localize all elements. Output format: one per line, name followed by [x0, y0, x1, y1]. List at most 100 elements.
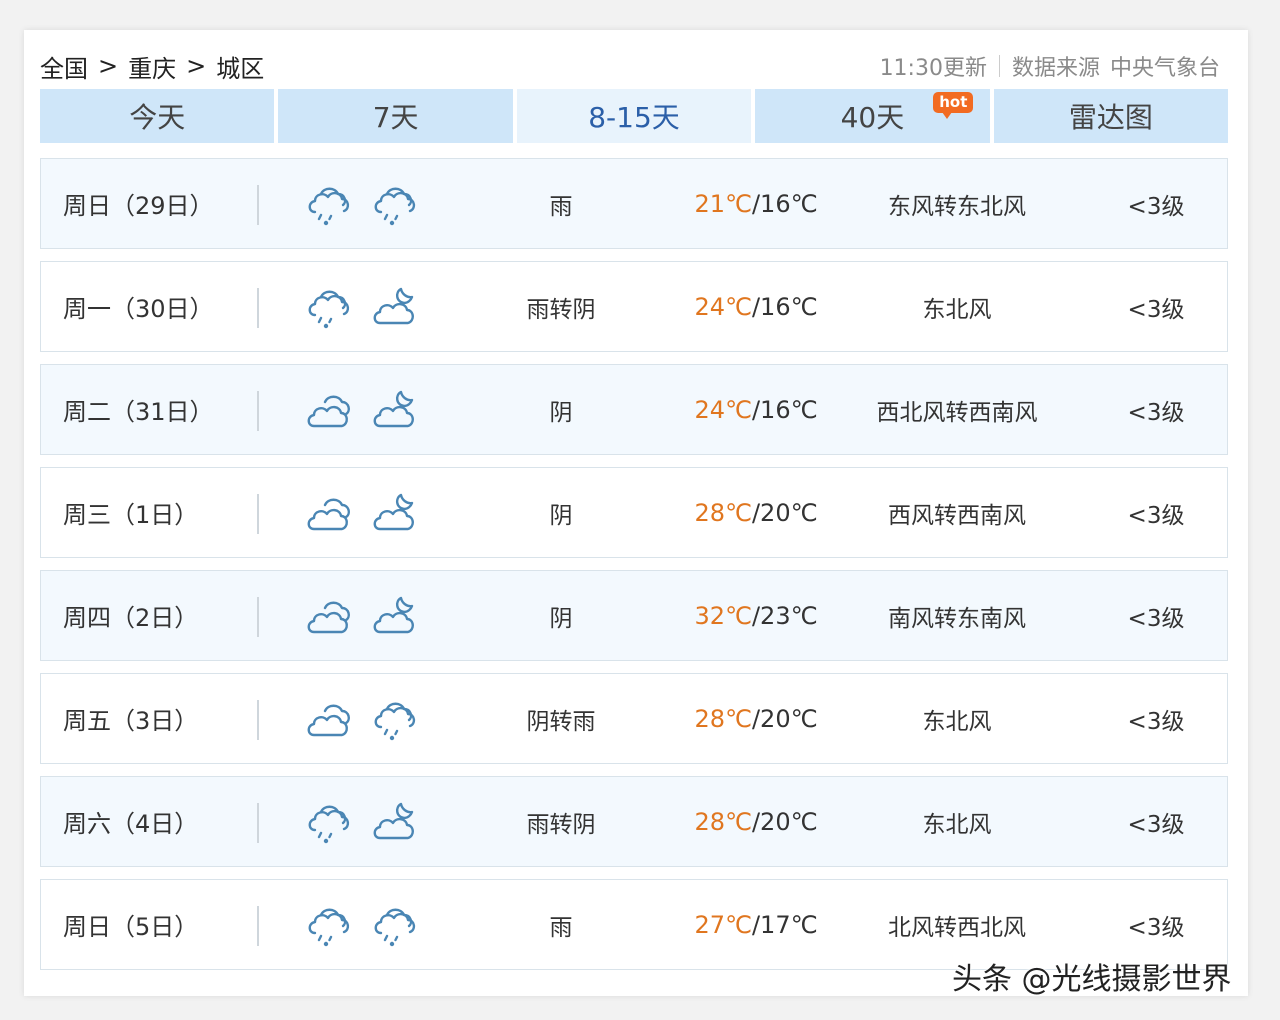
wind-level: <3级	[1127, 193, 1185, 220]
high-temp: 28℃	[694, 498, 752, 527]
wind-level: <3级	[1127, 811, 1185, 838]
row-divider	[257, 803, 259, 843]
wind-direction: 西风转西南风	[888, 502, 1026, 529]
wind-direction: 南风转东南风	[888, 605, 1026, 632]
rain-cloud-icon	[305, 283, 357, 331]
wind-level: <3级	[1127, 296, 1185, 323]
hot-badge: hot	[933, 92, 974, 119]
low-temp: 20℃	[760, 498, 818, 527]
divider	[998, 55, 1000, 77]
row-divider	[257, 700, 259, 740]
weather-description: 阴转雨	[526, 708, 596, 735]
low-temp: 17℃	[760, 910, 818, 939]
tab-label: 8-15天	[588, 101, 680, 134]
rain-cloud-icon	[305, 180, 357, 228]
tab-3[interactable]: 40天 hot	[755, 89, 990, 143]
cloud-moon-icon	[371, 283, 423, 331]
forecast-row: 周五（3日） 阴转雨 28℃/20℃ 东北风 <3级	[40, 673, 1228, 764]
weather-card: 全国 > 重庆 > 城区 11:30更新 数据来源 中央气象台 今天 7天 8-15…	[24, 30, 1248, 996]
row-divider	[257, 906, 259, 946]
temp-separator: /	[751, 395, 761, 424]
temp-separator: /	[751, 910, 761, 939]
cloud-moon-icon	[371, 489, 423, 537]
forecast-list: 周日（29日）雨 21℃/16℃ 东风转东北风 <3级 周一（30日） 雨转阴 24℃/16…	[40, 158, 1228, 982]
temperature: 28℃/20℃	[681, 674, 831, 763]
cloud-moon-icon	[371, 798, 423, 846]
breadcrumb: 全国 > 重庆 > 城区	[40, 49, 264, 84]
weather-description: 阴	[549, 502, 573, 529]
day-date: 周二（31日）	[63, 398, 214, 426]
tab-2[interactable]: 8-15天	[516, 89, 752, 143]
forecast-tabs: 今天 7天 8-15天 40天 hot 雷达图	[40, 89, 1229, 143]
rain-cloud-icon	[371, 180, 423, 228]
day-date: 周五（3日）	[63, 707, 199, 735]
forecast-row: 周三（1日） 阴 28℃/20℃ 西风转西南风 <3级	[40, 467, 1228, 558]
forecast-row: 周一（30日） 雨转阴 24℃/16℃ 东北风 <3级	[40, 261, 1228, 352]
tab-1[interactable]: 7天	[278, 89, 513, 143]
forecast-row: 周日（29日） 雨 21℃/16℃ 东风转东北风 <3级	[40, 158, 1228, 249]
top-bar: 全国 > 重庆 > 城区 11:30更新 数据来源 中央气象台	[40, 48, 1220, 84]
tab-label: 7天	[372, 101, 419, 134]
high-temp: 24℃	[694, 395, 752, 424]
source-name: 中央气象台	[1109, 56, 1220, 81]
tab-label: 雷达图	[1068, 101, 1153, 134]
source-label: 数据来源	[1011, 56, 1100, 81]
tab-label: 40天	[840, 101, 905, 134]
breadcrumb-separator: >	[98, 52, 119, 80]
weather-description: 雨	[549, 193, 573, 220]
rain-cloud-icon	[305, 901, 357, 949]
weather-icons	[305, 674, 425, 763]
temp-separator: /	[751, 704, 761, 733]
wind-direction: 东北风	[922, 811, 992, 838]
low-temp: 20℃	[760, 807, 818, 836]
cloud-moon-icon	[371, 592, 423, 640]
day-date: 周六（4日）	[63, 810, 199, 838]
low-temp: 16℃	[760, 189, 818, 218]
weather-icons	[305, 159, 425, 248]
day-date: 周一（30日）	[63, 295, 214, 323]
weather-description: 雨	[549, 914, 573, 941]
wind-direction: 东北风	[922, 708, 992, 735]
wind-direction: 西北风转西南风	[876, 399, 1038, 426]
overcast-icon	[305, 695, 357, 743]
weather-description: 雨转阴	[526, 811, 596, 838]
temperature: 28℃/20℃	[681, 468, 831, 557]
weather-icons	[305, 777, 425, 866]
tab-label: 今天	[129, 101, 186, 134]
cloud-moon-icon	[371, 386, 423, 434]
temp-separator: /	[751, 601, 761, 630]
update-time: 11:30更新	[879, 56, 987, 81]
day-date: 周日（29日）	[63, 192, 214, 220]
overcast-icon	[305, 386, 357, 434]
temp-separator: /	[751, 807, 761, 836]
temperature: 28℃/20℃	[681, 777, 831, 866]
temperature: 32℃/23℃	[681, 571, 831, 660]
row-divider	[257, 185, 259, 225]
watermark: 头条 @光线摄影世界	[952, 962, 1232, 997]
overcast-icon	[305, 592, 357, 640]
low-temp: 16℃	[760, 292, 818, 321]
breadcrumb-city[interactable]: 重庆	[128, 49, 176, 84]
low-temp: 20℃	[760, 704, 818, 733]
forecast-row: 周六（4日） 雨转阴 28℃/20℃ 东北风 <3级	[40, 776, 1228, 867]
temp-separator: /	[751, 292, 761, 321]
day-date: 周日（5日）	[63, 913, 199, 941]
high-temp: 27℃	[694, 910, 752, 939]
overcast-icon	[305, 489, 357, 537]
tab-0[interactable]: 今天	[40, 89, 275, 143]
low-temp: 23℃	[760, 601, 818, 630]
weather-description: 阴	[549, 605, 573, 632]
row-divider	[257, 288, 259, 328]
high-temp: 24℃	[694, 292, 752, 321]
forecast-row: 周四（2日） 阴 32℃/23℃ 南风转东南风 <3级	[40, 570, 1228, 661]
temperature: 27℃/17℃	[681, 880, 831, 969]
high-temp: 21℃	[694, 189, 752, 218]
weather-icons	[305, 262, 425, 351]
wind-level: <3级	[1127, 502, 1185, 529]
tab-4[interactable]: 雷达图	[993, 89, 1229, 143]
high-temp: 32℃	[694, 601, 752, 630]
low-temp: 16℃	[760, 395, 818, 424]
weather-icons	[305, 365, 425, 454]
breadcrumb-country[interactable]: 全国	[40, 49, 88, 84]
wind-level: <3级	[1127, 399, 1185, 426]
